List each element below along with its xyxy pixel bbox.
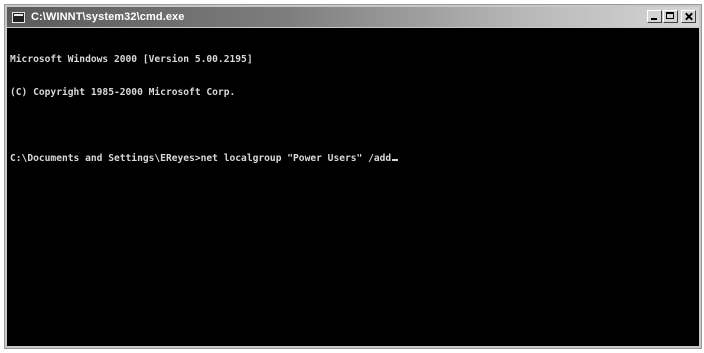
close-button[interactable] (681, 10, 696, 23)
cmd-window: C:\WINNT\system32\cmd.exe Microsoft Wind… (4, 4, 702, 349)
maximize-button[interactable] (663, 10, 678, 23)
text-cursor (392, 159, 399, 161)
window-title: C:\WINNT\system32\cmd.exe (31, 11, 185, 23)
minimize-button[interactable] (647, 10, 662, 23)
console-line: (C) Copyright 1985-2000 Microsoft Corp. (10, 87, 236, 98)
title-bar[interactable]: C:\WINNT\system32\cmd.exe (7, 7, 699, 27)
command-text: C:\Documents and Settings\EReyes>net loc… (10, 153, 392, 164)
window-controls (647, 10, 696, 23)
console-output[interactable]: Microsoft Windows 2000 [Version 5.00.219… (7, 28, 699, 346)
console-icon[interactable] (12, 11, 25, 23)
console-line: Microsoft Windows 2000 [Version 5.00.219… (10, 54, 253, 65)
command-line[interactable]: C:\Documents and Settings\EReyes>net loc… (10, 153, 699, 164)
